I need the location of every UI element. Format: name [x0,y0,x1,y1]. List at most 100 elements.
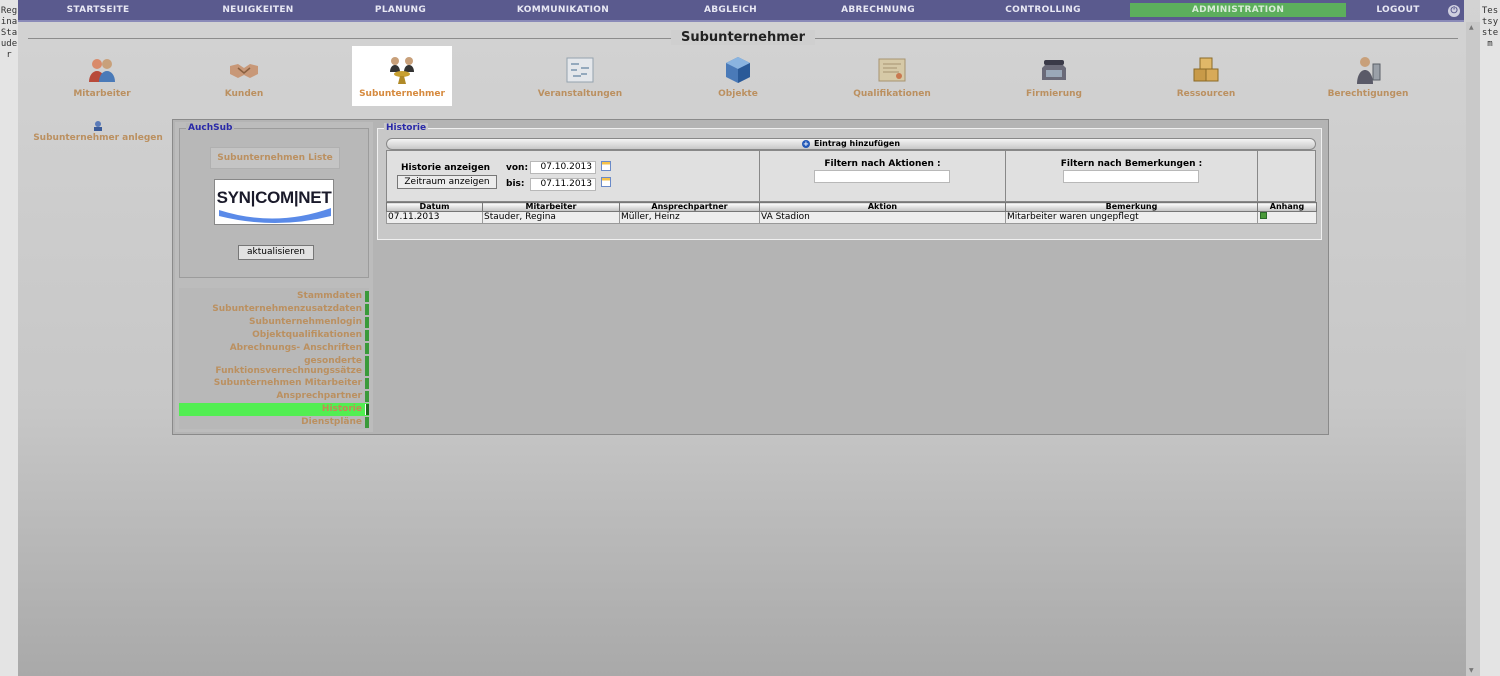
event-plan-icon [566,57,594,83]
phone-icon [1042,60,1066,80]
module-label: Firmierung [1026,89,1082,99]
module-berechtigungen[interactable]: Berechtigungen [1308,46,1428,106]
filter-actions-input[interactable] [814,170,950,183]
module-firmierung[interactable]: Firmierung [994,46,1114,106]
module-qualifikationen[interactable]: Qualifikationen [832,46,952,106]
history-table: Datum Mitarbeiter Ansprechpartner Aktion… [386,202,1317,224]
show-history-label: Historie anzeigen [401,163,491,173]
add-entry-button[interactable]: + Eintrag hinzufügen [386,138,1316,150]
side-nav-dienstplaene[interactable]: Dienstpläne [179,416,369,429]
table-row[interactable]: 07.11.2013 Stauder, Regina Müller, Heinz… [386,211,1317,224]
col-ansprechpartner[interactable]: Ansprechpartner [619,202,760,212]
module-subunternehmer[interactable]: Subunternehmer [352,46,452,106]
to-date-input[interactable]: 07.11.2013 [530,178,596,191]
calendar-icon[interactable] [601,177,611,187]
nav-administration[interactable]: ADMINISTRATION [1130,3,1346,17]
subcontractor-list-button[interactable]: Subunternehmen Liste [210,147,340,169]
module-label: Subunternehmer [359,89,445,99]
cell-bemerkung: Mitarbeiter waren ungepflegt [1005,211,1258,224]
side-nav-historie[interactable]: Historie [179,403,369,416]
nav-startseite[interactable]: STARTSEITE [48,5,148,15]
module-label: Ressourcen [1176,89,1236,99]
main-panel: AuchSub Subunternehmen Liste SYN|COM|NET… [172,119,1329,435]
module-label: Veranstaltungen [537,89,623,99]
attachment-icon[interactable] [1260,212,1267,219]
cell-aktion: VA Stadion [759,211,1006,224]
certificate-icon [878,58,906,82]
side-nav-objektqualifikationen[interactable]: Objektqualifikationen [179,329,369,342]
side-nav-stammdaten[interactable]: Stammdaten [179,290,369,303]
cell-ansprechpartner: Müller, Heinz [619,211,760,224]
side-nav-abrechnungs-anschriften[interactable]: Abrechnungs- Anschriften [179,342,369,355]
page-scrollbar[interactable]: ▲ ▼ [1466,22,1480,676]
create-subcontractor-label: Subunternehmer anlegen [33,133,163,143]
col-anhang[interactable]: Anhang [1257,202,1317,212]
user-name-strip: Regina Stauder [0,0,18,676]
col-datum[interactable]: Datum [386,202,483,212]
filter-notes-input[interactable] [1063,170,1199,183]
side-nav-login[interactable]: Subunternehmenlogin [179,316,369,329]
top-navigation: STARTSEITE NEUIGKEITEN PLANUNG KOMMUNIKA… [18,0,1464,22]
side-nav-ansprechpartner[interactable]: Ansprechpartner [179,390,369,403]
module-label: Qualifikationen [853,89,931,99]
cube-icon [726,57,750,83]
module-label: Berechtigungen [1327,89,1409,99]
side-nav-zusatzdaten[interactable]: Subunternehmenzusatzdaten [179,303,369,316]
module-label: Objekte [718,89,758,99]
company-logo: SYN|COM|NET [214,179,334,225]
module-bar: Mitarbeiter Kunden Subunternehmer Verans… [28,46,1458,106]
filter-actions-cell: Filtern nach Aktionen : [760,151,1006,203]
nav-logout[interactable]: LOGOUT [1366,5,1430,15]
logout-icon[interactable]: ⏻ [1448,5,1460,17]
handshake-icon [230,64,258,78]
table-header-row: Datum Mitarbeiter Ansprechpartner Aktion… [386,202,1317,212]
permissions-icon [1357,57,1381,84]
calendar-icon[interactable] [601,161,611,171]
logo-text: SYN|COM|NET [216,188,332,207]
nav-neuigkeiten[interactable]: NEUIGKEITEN [208,5,308,15]
side-nav-funktionsverrechnungssaetze[interactable]: gesonderte Funktionsverrechnungssätze [179,355,369,377]
plus-circle-icon: + [801,140,810,148]
subcontractor-icon [390,57,414,84]
add-entry-label: Eintrag hinzufügen [813,139,901,148]
module-label: Kunden [224,89,264,99]
add-user-icon [94,121,102,131]
historie-legend: Historie [384,123,429,133]
auchsub-legend: AuchSub [186,123,235,133]
filter-actions-label: Filtern nach Aktionen : [824,159,941,169]
show-range-button[interactable]: Zeitraum anzeigen [397,175,497,189]
from-date-input[interactable]: 07.10.2013 [530,161,596,174]
subcontractor-sidepanel: AuchSub Subunternehmen Liste SYN|COM|NET… [175,122,373,432]
page-title: Subunternehmer [671,30,815,45]
col-bemerkung[interactable]: Bemerkung [1005,202,1258,212]
nav-abrechnung[interactable]: ABRECHNUNG [828,5,928,15]
col-mitarbeiter[interactable]: Mitarbeiter [482,202,620,212]
history-filter-box: Historie anzeigen Zeitraum anzeigen von:… [386,150,1316,203]
nav-controlling[interactable]: CONTROLLING [993,5,1093,15]
auchsub-fieldset: AuchSub Subunternehmen Liste SYN|COM|NET… [179,123,369,278]
cell-anhang [1257,211,1317,224]
from-label: von: [506,163,529,173]
historie-fieldset: Historie + Eintrag hinzufügen Historie an… [377,123,1322,240]
module-veranstaltungen[interactable]: Veranstaltungen [520,46,640,106]
nav-abgleich[interactable]: ABGLEICH [688,5,773,15]
subcontractor-side-nav: Stammdaten Subunternehmenzusatzdaten Sub… [179,288,369,429]
date-range-cell: Historie anzeigen Zeitraum anzeigen von:… [387,151,760,203]
to-label: bis: [506,179,525,189]
module-kunden[interactable]: Kunden [184,46,304,106]
module-label: Mitarbeiter [73,89,131,99]
cell-datum: 07.11.2013 [386,211,483,224]
employees-icon [89,59,115,82]
refresh-button[interactable]: aktualisieren [238,245,314,260]
col-aktion[interactable]: Aktion [759,202,1006,212]
environment-strip: Testsystem [1480,0,1500,676]
cell-mitarbeiter: Stauder, Regina [482,211,620,224]
filter-notes-label: Filtern nach Bemerkungen : [1060,159,1203,169]
module-ressourcen[interactable]: Ressourcen [1146,46,1266,106]
create-subcontractor-link[interactable]: Subunternehmer anlegen [30,120,166,143]
module-objekte[interactable]: Objekte [678,46,798,106]
nav-kommunikation[interactable]: KOMMUNIKATION [508,5,618,15]
module-mitarbeiter[interactable]: Mitarbeiter [42,46,162,106]
side-nav-mitarbeiter[interactable]: Subunternehmen Mitarbeiter [179,377,369,390]
nav-planung[interactable]: PLANUNG [358,5,443,15]
